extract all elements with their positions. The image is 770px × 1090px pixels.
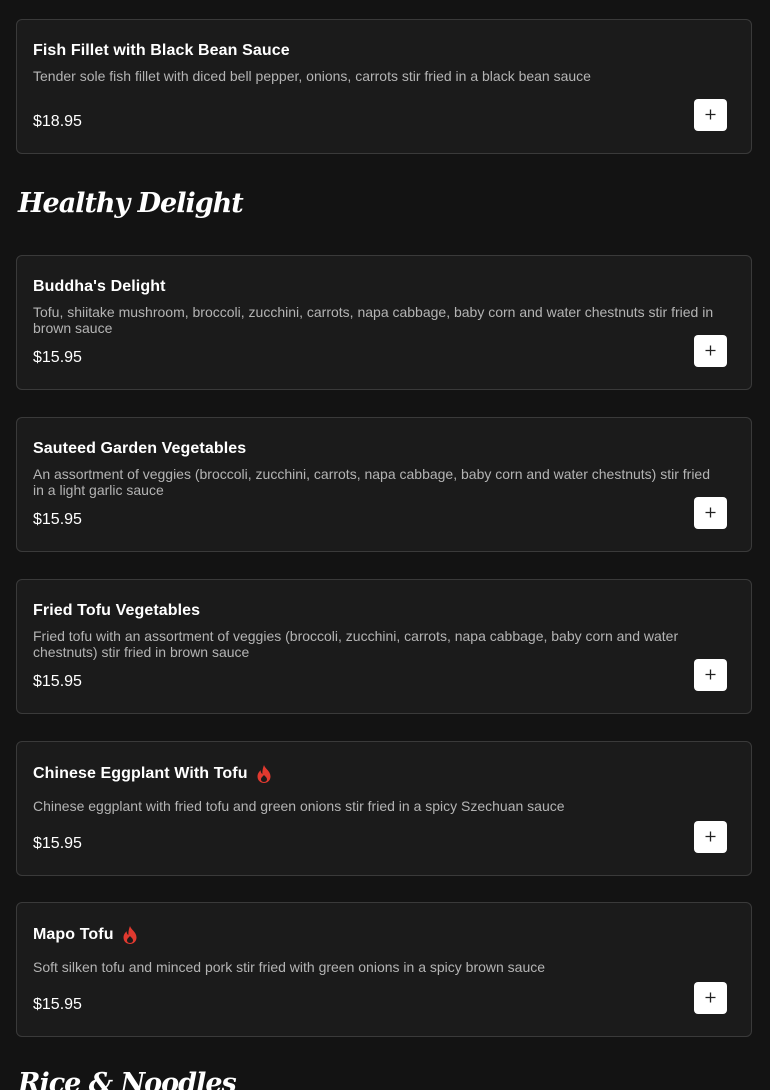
item-description: Fried tofu with an assortment of veggies… <box>33 628 679 660</box>
item-description: Soft silken tofu and minced pork stir fr… <box>33 959 546 975</box>
flame-icon <box>121 925 139 945</box>
item-price: $18.95 <box>33 113 82 130</box>
add-to-cart-button[interactable] <box>694 821 727 853</box>
item-name: Chinese Eggplant With Tofu <box>33 764 273 784</box>
plus-icon <box>705 669 716 680</box>
plus-icon <box>705 109 716 120</box>
item-description: An assortment of veggies (broccoli, zucc… <box>33 466 711 498</box>
add-to-cart-button[interactable] <box>694 982 727 1014</box>
menu-item-card[interactable]: Fish Fillet with Black Bean Sauce Tender… <box>16 19 752 154</box>
menu-item-card[interactable]: Mapo Tofu Soft silken tofu and minced po… <box>16 902 752 1037</box>
plus-icon <box>705 345 716 356</box>
add-to-cart-button[interactable] <box>694 99 727 131</box>
item-name: Fish Fillet with Black Bean Sauce <box>33 42 290 59</box>
item-name: Buddha's Delight <box>33 278 166 295</box>
plus-icon <box>705 507 716 518</box>
add-to-cart-button[interactable] <box>694 659 727 691</box>
item-name: Sauteed Garden Vegetables <box>33 440 247 457</box>
plus-icon <box>705 831 716 842</box>
item-price: $15.95 <box>33 349 82 366</box>
item-name: Fried Tofu Vegetables <box>33 602 201 619</box>
menu-item-card[interactable]: Buddha's Delight Tofu, shiitake mushroom… <box>16 255 752 390</box>
item-price: $15.95 <box>33 511 82 528</box>
section-heading: Healthy Delight <box>18 188 244 219</box>
add-to-cart-button[interactable] <box>694 335 727 367</box>
item-price: $15.95 <box>33 996 82 1013</box>
menu-item-card[interactable]: Fried Tofu Vegetables Fried tofu with an… <box>16 579 752 714</box>
section-heading: Rice & Noodles <box>18 1068 237 1090</box>
item-name: Mapo Tofu <box>33 925 139 945</box>
menu-item-card[interactable]: Sauteed Garden Vegetables An assortment … <box>16 417 752 552</box>
flame-icon <box>255 764 273 784</box>
item-description: Tender sole fish fillet with diced bell … <box>33 68 591 84</box>
item-price: $15.95 <box>33 835 82 852</box>
add-to-cart-button[interactable] <box>694 497 727 529</box>
plus-icon <box>705 992 716 1003</box>
item-description: Chinese eggplant with fried tofu and gre… <box>33 798 565 814</box>
item-price: $15.95 <box>33 673 82 690</box>
item-description: Tofu, shiitake mushroom, broccoli, zucch… <box>33 304 714 336</box>
menu-item-card[interactable]: Chinese Eggplant With Tofu Chinese eggpl… <box>16 741 752 876</box>
